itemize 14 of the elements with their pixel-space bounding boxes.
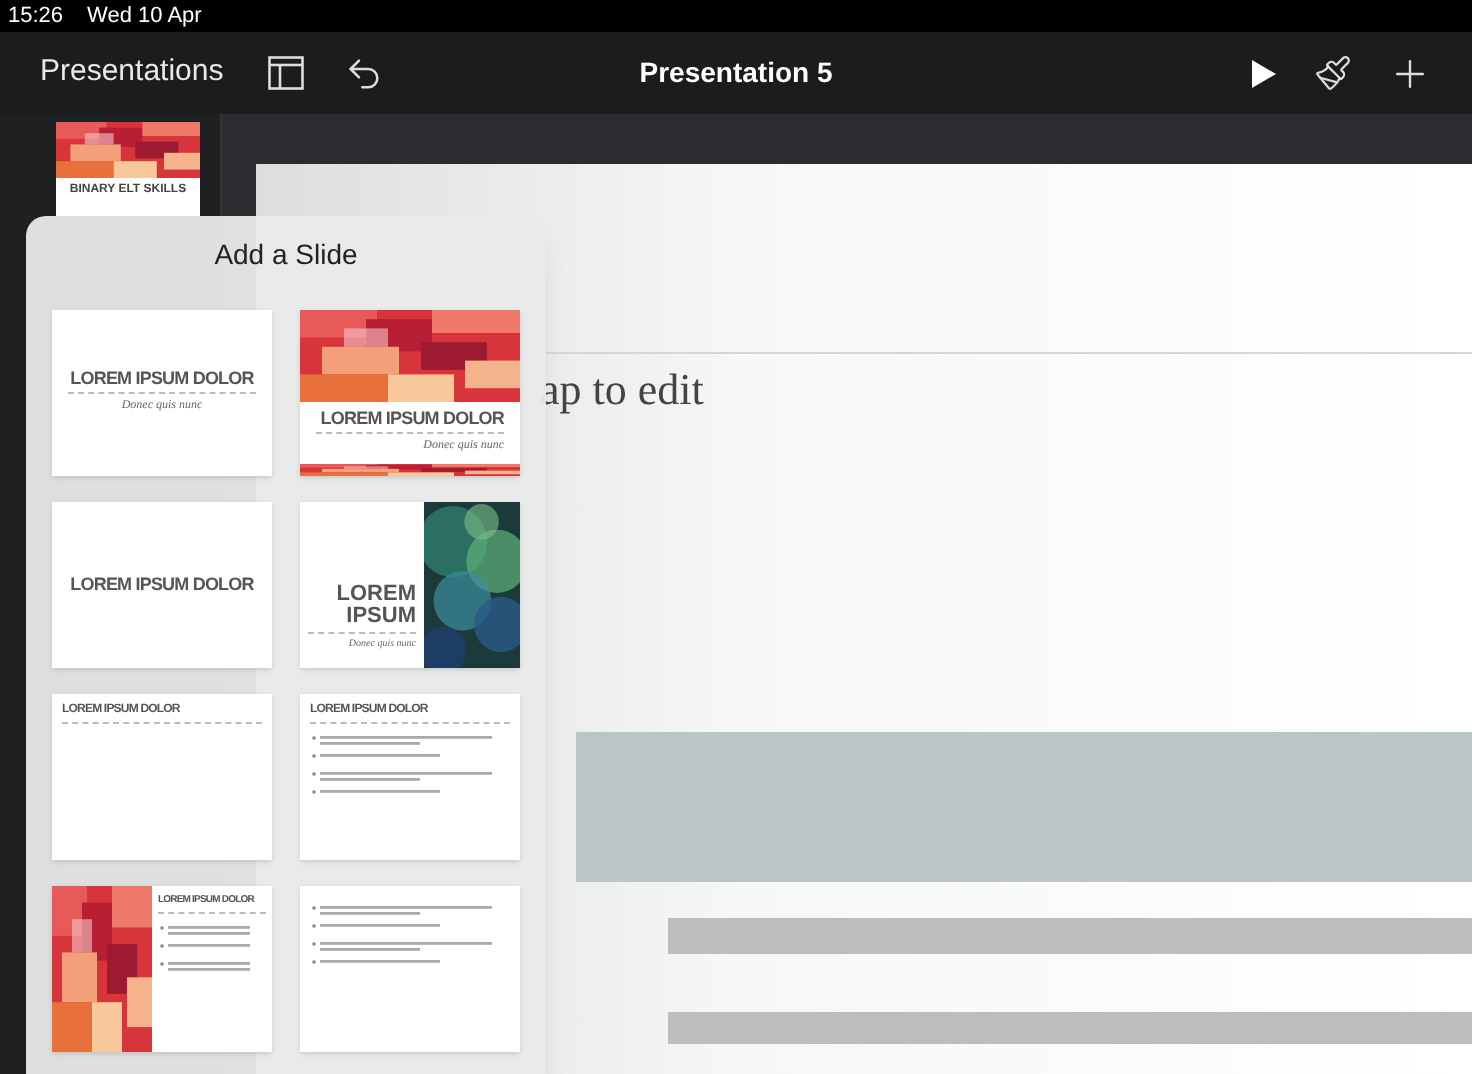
status-time: 15:26 <box>8 1 64 32</box>
popover-title: Add a Slide <box>214 236 358 274</box>
layout-title: LOREM IPSUM <box>334 583 416 627</box>
sidebar-icon[interactable] <box>267 56 304 90</box>
layout-title: LOREM IPSUM DOLOR <box>70 370 254 388</box>
layout-title: LOREM IPSUM DOLOR <box>320 410 504 428</box>
slide-layout[interactable]: LOREM IPSUM DOLOR <box>52 502 272 668</box>
back-button[interactable]: Presentations <box>40 50 224 96</box>
layout-title: LOREM IPSUM DOLOR <box>70 576 254 594</box>
play-icon[interactable] <box>1250 57 1278 89</box>
status-date: Wed 10 Apr <box>87 1 202 32</box>
paintbrush-icon[interactable] <box>1314 54 1352 92</box>
document-title: Presentation 5 <box>639 54 833 92</box>
body-placeholder[interactable]: ap to edit <box>540 362 1472 417</box>
